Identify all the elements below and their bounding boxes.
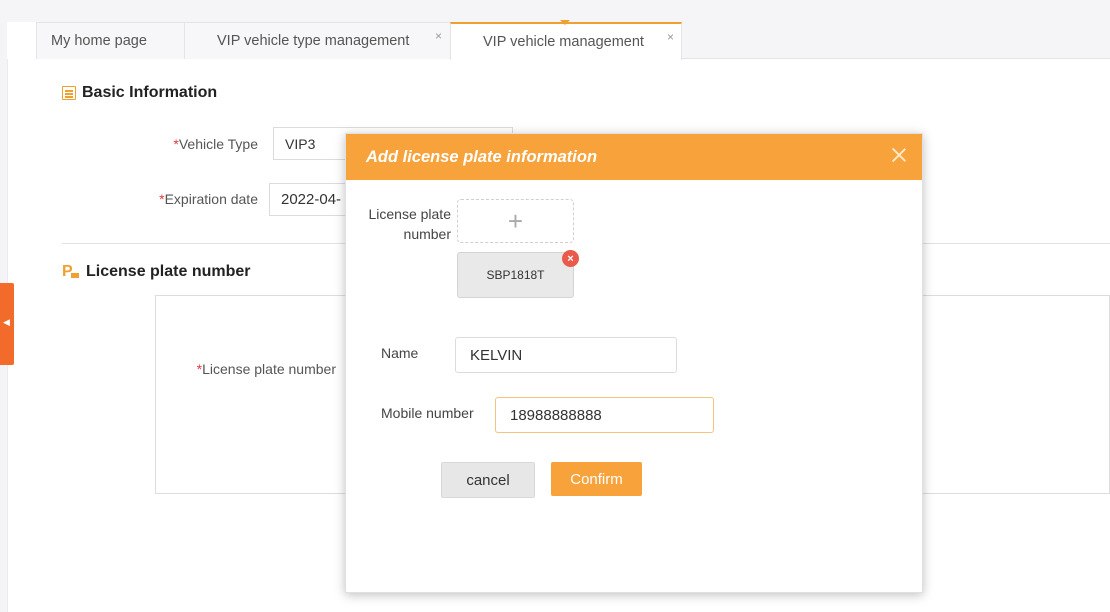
- tab-label: VIP vehicle type management: [217, 33, 410, 49]
- plate-number-label: *License plate number: [180, 361, 336, 377]
- top-strip: [0, 0, 1110, 22]
- tab-home[interactable]: My home page: [36, 22, 185, 59]
- tab-label: VIP vehicle management: [483, 34, 644, 50]
- tab-bar: My home page VIP vehicle type management…: [36, 22, 1110, 60]
- parking-icon: P: [62, 263, 80, 281]
- tab-close-icon[interactable]: ×: [667, 30, 674, 44]
- active-tab-indicator: [560, 20, 570, 25]
- plate-section-title: P License plate number: [62, 263, 251, 281]
- tab-vip-vehicle-type-management[interactable]: VIP vehicle type management ×: [184, 22, 451, 59]
- mobile-value: 18988888888: [510, 406, 602, 424]
- plate-chip[interactable]: SBP1818T: [457, 252, 574, 298]
- section-title-text: Basic Information: [82, 84, 218, 101]
- label-line: License plate: [368, 206, 451, 222]
- name-label: Name: [381, 345, 419, 361]
- sidebar-toggle-handle[interactable]: ◀: [0, 283, 14, 365]
- add-plate-button[interactable]: +: [457, 199, 574, 243]
- tab-vip-vehicle-management[interactable]: VIP vehicle management ×: [450, 22, 682, 60]
- vehicle-type-label: *Vehicle Type: [150, 136, 258, 152]
- mobile-label: Mobile number: [381, 405, 474, 421]
- dialog-title: Add license plate information: [366, 147, 598, 166]
- name-input[interactable]: KELVIN: [455, 337, 677, 373]
- basic-info-title: Basic Information: [62, 84, 217, 102]
- plus-icon: +: [507, 205, 524, 236]
- cancel-button[interactable]: cancel: [441, 462, 535, 498]
- vehicle-type-value: VIP3: [285, 135, 316, 152]
- name-value: KELVIN: [470, 346, 523, 364]
- expiration-date-label: *Expiration date: [140, 191, 258, 207]
- expiration-date-value: 2022-04-: [281, 191, 342, 208]
- label-text: Expiration date: [164, 191, 258, 207]
- close-icon[interactable]: [888, 144, 910, 166]
- confirm-button[interactable]: Confirm: [551, 462, 642, 496]
- tab-label: My home page: [51, 33, 147, 49]
- tab-close-icon[interactable]: ×: [435, 29, 442, 43]
- plate-chip-text: SBP1818T: [486, 268, 545, 282]
- add-plate-dialog: Add license plate information License pl…: [345, 133, 923, 593]
- label-line: number: [403, 226, 451, 242]
- chevron-left-icon: ◀: [3, 317, 10, 327]
- app-window: My home page VIP vehicle type management…: [0, 0, 1110, 612]
- dialog-header: Add license plate information: [346, 134, 922, 180]
- plate-number-label: License plate number: [356, 204, 451, 244]
- section-title-text: License plate number: [86, 263, 251, 280]
- label-text: License plate number: [202, 361, 336, 377]
- list-icon: [62, 86, 76, 100]
- mobile-input[interactable]: 18988888888: [495, 397, 714, 433]
- remove-plate-icon[interactable]: ×: [562, 250, 579, 267]
- label-text: Vehicle Type: [178, 136, 258, 152]
